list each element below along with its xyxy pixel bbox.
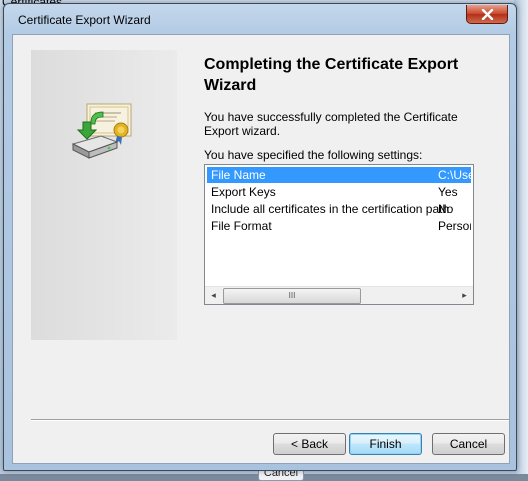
horizontal-scrollbar[interactable]: ◂ III ▸ (205, 286, 473, 304)
footer-divider (31, 419, 509, 421)
scrollbar-thumb[interactable]: III (223, 288, 361, 304)
setting-value: No (438, 202, 454, 216)
dialog-client-area: Completing the Certificate Export Wizard… (12, 34, 510, 464)
title-bar[interactable]: Certificate Export Wizard (4, 4, 516, 34)
window-title: Certificate Export Wizard (18, 13, 151, 27)
close-button[interactable] (466, 5, 508, 24)
wizard-side-panel (31, 50, 177, 340)
list-item[interactable]: Include all certificates in the certific… (207, 201, 471, 217)
scroll-right-icon[interactable]: ▸ (456, 287, 473, 304)
success-message: You have successfully completed the Cert… (204, 110, 458, 138)
scroll-left-icon[interactable]: ◂ (205, 287, 222, 304)
setting-value: C:\User (438, 168, 471, 182)
setting-value: Yes (438, 185, 458, 199)
certificate-export-wizard-dialog: Certificate Export Wizard Completing the… (3, 3, 517, 471)
setting-value: Persona (438, 219, 471, 233)
setting-name: File Name (211, 168, 266, 182)
list-item[interactable]: Export Keys Yes (207, 184, 471, 200)
setting-name: Export Keys (211, 185, 276, 199)
list-item[interactable]: File Name C:\User (207, 167, 471, 183)
list-item[interactable]: File Format Persona (207, 218, 471, 234)
settings-list[interactable]: File Name C:\User Export Keys Yes Includ… (204, 164, 474, 305)
setting-name: Include all certificates in the certific… (211, 202, 450, 216)
certificate-export-icon (71, 103, 132, 159)
close-icon (481, 9, 494, 20)
finish-button[interactable]: Finish (349, 433, 422, 455)
setting-name: File Format (211, 219, 272, 233)
cancel-button[interactable]: Cancel (432, 433, 505, 455)
settings-intro-label: You have specified the following setting… (204, 148, 423, 162)
back-button[interactable]: < Back (273, 433, 346, 455)
page-title: Completing the Certificate Export Wizard (204, 56, 459, 94)
